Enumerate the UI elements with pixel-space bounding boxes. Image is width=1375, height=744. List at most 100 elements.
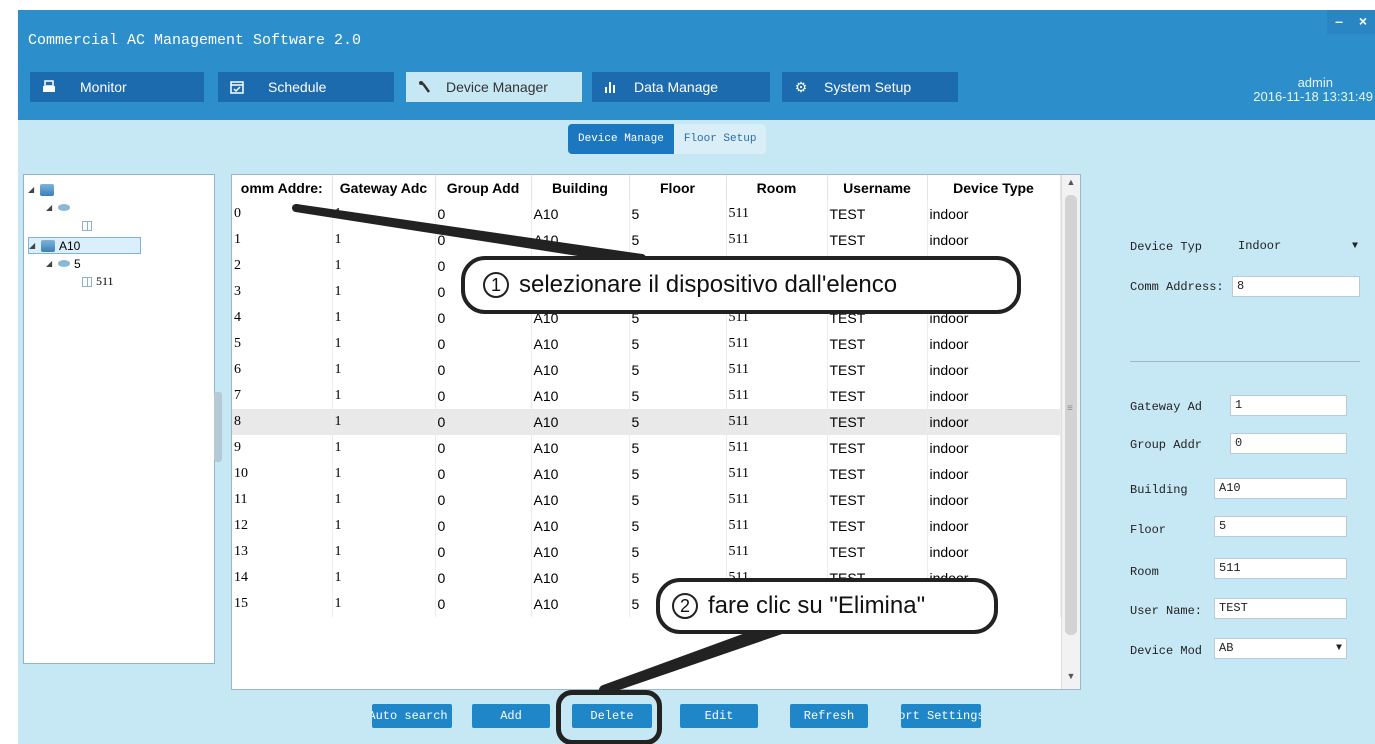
col-header-floor[interactable]: Floor bbox=[629, 175, 727, 201]
group-address-input[interactable]: 0 bbox=[1230, 433, 1347, 454]
col-header-gateway-address[interactable]: Gateway Adc bbox=[332, 175, 436, 201]
table-row[interactable]: 7 1 0 A10 5 511 TEST indoor bbox=[232, 383, 1061, 409]
table-cell: 5 bbox=[629, 331, 727, 357]
refresh-button[interactable]: Refresh bbox=[790, 704, 868, 728]
table-cell: 7 bbox=[232, 383, 333, 409]
device-type-select[interactable]: Indoor ▼ bbox=[1232, 236, 1362, 257]
table-cell: A10 bbox=[531, 201, 630, 227]
table-cell: 511 bbox=[726, 383, 828, 409]
room-input[interactable]: 511 bbox=[1214, 558, 1347, 579]
col-header-group-address[interactable]: Group Add bbox=[435, 175, 532, 201]
auto-search-button[interactable]: Auto search bbox=[372, 704, 452, 728]
table-row[interactable]: 12 1 0 A10 5 511 TEST indoor bbox=[232, 513, 1061, 539]
table-row[interactable]: 10 1 0 A10 5 511 TEST indoor bbox=[232, 461, 1061, 487]
table-cell: 1 bbox=[332, 279, 436, 305]
floor-label: Floor bbox=[1130, 523, 1167, 537]
tab-data-manage[interactable]: Data Manage bbox=[592, 72, 770, 102]
tree-root[interactable]: ◢ bbox=[28, 181, 58, 198]
col-header-username[interactable]: Username bbox=[827, 175, 928, 201]
table-cell: 0 bbox=[435, 435, 532, 461]
table-cell: 1 bbox=[332, 539, 436, 565]
chevron-down-icon: ▼ bbox=[1335, 643, 1342, 654]
tab-device-manager[interactable]: Device Manager bbox=[406, 72, 582, 102]
floor-icon bbox=[58, 260, 70, 267]
table-cell: 2 bbox=[232, 253, 333, 279]
device-mode-select[interactable]: AB ▼ bbox=[1214, 638, 1347, 659]
tab-label: Data Manage bbox=[634, 79, 719, 95]
table-row[interactable]: 1 1 0 A10 5 511 TEST indoor bbox=[232, 227, 1061, 253]
table-row[interactable]: 9 1 0 A10 5 511 TEST indoor bbox=[232, 435, 1061, 461]
tree-node-floor-5[interactable]: ◢ 5 bbox=[46, 255, 81, 272]
tab-system-setup[interactable]: ⚙ System Setup bbox=[782, 72, 958, 102]
table-row[interactable]: 5 1 0 A10 5 511 TEST indoor bbox=[232, 331, 1061, 357]
edit-button[interactable]: Edit bbox=[680, 704, 758, 728]
tab-label: System Setup bbox=[824, 79, 912, 95]
scroll-down-icon[interactable]: ▼ bbox=[1062, 671, 1080, 687]
col-header-device-type[interactable]: Device Type bbox=[927, 175, 1061, 201]
tab-monitor[interactable]: Monitor bbox=[30, 72, 204, 102]
table-cell: indoor bbox=[927, 227, 1061, 253]
port-settings-button[interactable]: Port Settings bbox=[901, 704, 981, 728]
table-cell: 5 bbox=[629, 487, 727, 513]
table-cell: 511 bbox=[726, 409, 828, 435]
col-header-building[interactable]: Building bbox=[531, 175, 630, 201]
gateway-address-label: Gateway Ad bbox=[1130, 400, 1203, 414]
subtab-device-manage[interactable]: Device Manage bbox=[568, 124, 674, 154]
table-cell: 1 bbox=[332, 305, 436, 331]
tree-node-floor[interactable]: ◢ bbox=[46, 199, 74, 216]
table-row[interactable]: 11 1 0 A10 5 511 TEST indoor bbox=[232, 487, 1061, 513]
table-cell: 511 bbox=[726, 539, 828, 565]
table-cell: TEST bbox=[827, 201, 928, 227]
tree-node-building-a10[interactable]: ◢ A10 bbox=[28, 237, 142, 254]
tab-schedule[interactable]: Schedule bbox=[218, 72, 394, 102]
table-cell: indoor bbox=[927, 513, 1061, 539]
user-name-input[interactable]: TEST bbox=[1214, 598, 1347, 619]
table-cell: 511 bbox=[726, 201, 828, 227]
chevron-down-icon: ▼ bbox=[1351, 241, 1358, 252]
table-scrollbar[interactable]: ▲ ≡ ▼ bbox=[1061, 175, 1080, 689]
table-cell: 511 bbox=[726, 331, 828, 357]
table-row[interactable]: 6 1 0 A10 5 511 TEST indoor bbox=[232, 357, 1061, 383]
table-header-row: omm Addre: Gateway Adc Group Add Buildin… bbox=[232, 175, 1061, 201]
table-cell: TEST bbox=[827, 227, 928, 253]
expand-icon: ◢ bbox=[28, 185, 35, 194]
table-cell: 1 bbox=[332, 253, 436, 279]
table-cell: 0 bbox=[435, 357, 532, 383]
table-cell: 511 bbox=[726, 461, 828, 487]
table-row[interactable]: 8 1 0 A10 5 511 TEST indoor bbox=[232, 409, 1061, 435]
tab-label: Device Manager bbox=[446, 79, 548, 95]
add-button[interactable]: Add bbox=[472, 704, 550, 728]
annotation-text: selezionare il dispositivo dall'elenco bbox=[519, 271, 898, 298]
table-cell: 1 bbox=[332, 409, 436, 435]
room-label: Room bbox=[1130, 565, 1159, 579]
panel-splitter[interactable] bbox=[214, 392, 222, 462]
table-row[interactable]: 13 1 0 A10 5 511 TEST indoor bbox=[232, 539, 1061, 565]
comm-address-input[interactable]: 8 bbox=[1232, 276, 1360, 297]
floor-input[interactable]: 5 bbox=[1214, 516, 1347, 537]
tree-node-room-511[interactable]: 511 bbox=[82, 273, 114, 290]
building-input[interactable]: A10 bbox=[1214, 478, 1347, 499]
tree-label: 511 bbox=[96, 274, 114, 288]
tree-label: A10 bbox=[59, 238, 81, 253]
table-cell: 5 bbox=[232, 331, 333, 357]
device-type-label: Device Typ bbox=[1130, 240, 1203, 254]
subtab-floor-setup[interactable]: Floor Setup bbox=[673, 124, 767, 154]
table-cell: A10 bbox=[531, 409, 630, 435]
minimize-button[interactable]: – bbox=[1327, 10, 1351, 34]
gateway-address-input[interactable]: 1 bbox=[1230, 395, 1347, 416]
room-icon bbox=[82, 220, 92, 231]
tree-node-room[interactable] bbox=[82, 217, 96, 234]
tab-label: Monitor bbox=[80, 79, 127, 95]
table-row[interactable]: 0 1 0 A10 5 511 TEST indoor bbox=[232, 201, 1061, 227]
col-header-comm-address[interactable]: omm Addre: bbox=[232, 175, 333, 201]
table-cell: A10 bbox=[531, 461, 630, 487]
close-button[interactable]: × bbox=[1351, 10, 1375, 34]
expand-icon: ◢ bbox=[46, 203, 53, 212]
col-header-room[interactable]: Room bbox=[726, 175, 828, 201]
scroll-up-icon[interactable]: ▲ bbox=[1062, 177, 1080, 193]
scroll-thumb[interactable] bbox=[1065, 195, 1077, 635]
table-cell: TEST bbox=[827, 383, 928, 409]
building-tree[interactable]: ◢ ◢ ◢ A10 ◢ 5 511 bbox=[23, 174, 215, 664]
tab-label: Schedule bbox=[268, 79, 327, 95]
subtab-bar: Device Manage Floor Setup bbox=[568, 124, 767, 154]
